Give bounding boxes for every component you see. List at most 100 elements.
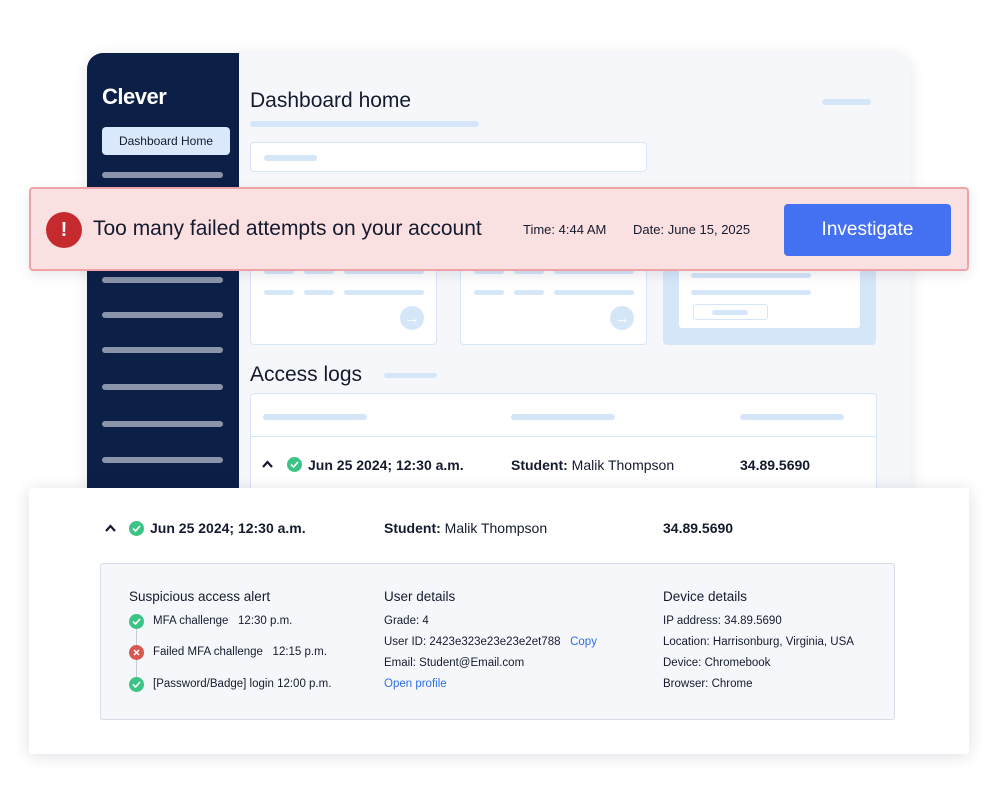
placeholder-line [344, 290, 424, 295]
placeholder-line [264, 290, 294, 295]
user-id-value: 2423e323e23e23e2et788 [429, 636, 561, 648]
sidebar: Clever Dashboard Home [87, 53, 239, 513]
arrow-right-icon[interactable]: → [610, 306, 634, 330]
card-button[interactable] [693, 304, 768, 320]
event-label: [Password/Badge] [153, 678, 247, 690]
check-circle-icon [287, 457, 302, 472]
alert-time-value: 4:44 AM [558, 222, 607, 237]
user-email: Email: Student@Email.com [384, 657, 524, 669]
grade-value: 4 [422, 615, 429, 627]
column-header-placeholder [263, 414, 367, 420]
page-title: Dashboard home [250, 89, 412, 112]
exclamation-icon: ! [46, 212, 82, 248]
chevron-up-icon[interactable] [105, 524, 116, 532]
browser-value: Chrome [711, 678, 753, 690]
divider [251, 436, 876, 437]
access-logs-title: Access logs [250, 363, 363, 386]
search-placeholder [264, 155, 317, 161]
app-window: Clever Dashboard Home Dashboard home → →… [87, 53, 911, 513]
email-value: Student@Email.com [419, 657, 525, 669]
device-location: Location: Harrisonburg, Virginia, USA [663, 636, 854, 648]
failed-attempts-alert: ! Too many failed attempts on your accou… [29, 187, 969, 271]
location-value: Harrisonburg, Virginia, USA [712, 636, 854, 648]
alert-date-value: June 15, 2025 [667, 222, 751, 237]
placeholder-line [691, 290, 811, 295]
suspicious-alert-title: Suspicious access alert [129, 589, 271, 604]
copy-button[interactable]: Copy [570, 636, 597, 648]
user-id: User ID: 2423e323e23e23e2et788 Copy [384, 636, 597, 648]
location-label: Location: [663, 636, 710, 648]
ip-value: 34.89.5690 [724, 615, 782, 627]
ip-label: IP address: [663, 615, 721, 627]
placeholder-line [514, 290, 544, 295]
device-value: Chromebook [704, 657, 771, 669]
x-circle-icon [129, 645, 144, 660]
open-profile-link[interactable]: Open profile [384, 678, 447, 690]
detail-ip: 34.89.5690 [663, 520, 734, 536]
clever-logo: Clever [102, 84, 167, 109]
event-label: Failed MFA challenge [153, 646, 263, 658]
alert-message: Too many failed attempts on your account [93, 217, 482, 240]
sidebar-item-placeholder[interactable] [102, 347, 223, 353]
column-header-placeholder [511, 414, 615, 420]
event-suffix: login [249, 678, 274, 690]
access-log-detail-card: Jun 25 2024; 12:30 a.m. Student: Malik T… [29, 488, 969, 754]
placeholder-line [474, 290, 504, 295]
sidebar-item-placeholder[interactable] [102, 277, 223, 283]
check-circle-icon [129, 521, 144, 536]
student-name: Malik Thompson [444, 520, 548, 536]
header-placeholder [822, 99, 871, 105]
device-browser: Browser: Chrome [663, 678, 752, 690]
email-label: Email: [384, 657, 416, 669]
placeholder-line [304, 290, 334, 295]
detail-date: Jun 25 2024; 12:30 a.m. [150, 520, 306, 536]
detail-panel: Suspicious access alert MFA challenge 12… [100, 563, 895, 720]
check-circle-icon [129, 677, 144, 692]
log-student: Student: Malik Thompson [511, 457, 674, 473]
sidebar-item-placeholder[interactable] [102, 457, 223, 463]
section-placeholder [384, 373, 437, 378]
student-label: Student: [384, 520, 441, 536]
student-name: Malik Thompson [571, 457, 675, 473]
sidebar-item-placeholder[interactable] [102, 421, 223, 427]
device-type: Device: Chromebook [663, 657, 770, 669]
browser-label: Browser: [663, 678, 709, 690]
arrow-right-icon[interactable]: → [400, 306, 424, 330]
alert-date: Date: June 15, 2025 [633, 222, 750, 237]
device-label: Device: [663, 657, 702, 669]
sidebar-item-placeholder[interactable] [102, 312, 223, 318]
detail-student: Student: Malik Thompson [384, 520, 547, 536]
log-ip: 34.89.5690 [740, 457, 811, 473]
student-label: Student: [511, 457, 568, 473]
sidebar-item-placeholder[interactable] [102, 384, 223, 390]
log-date: Jun 25 2024; 12:30 a.m. [308, 457, 464, 473]
event-time: 12:15 p.m. [272, 646, 327, 658]
grade-label: Grade: [384, 615, 420, 627]
device-details-title: Device details [663, 589, 748, 604]
device-ip: IP address: 34.89.5690 [663, 615, 782, 627]
user-details-title: User details [384, 589, 456, 604]
alert-date-label: Date: [633, 222, 665, 237]
search-input[interactable] [250, 142, 647, 172]
user-grade: Grade: 4 [384, 615, 429, 627]
timeline-event: MFA challenge 12:30 p.m. [153, 615, 292, 627]
user-id-label: User ID: [384, 636, 427, 648]
main-content: Dashboard home → → Access logs Jun 25 20… [239, 53, 911, 513]
sidebar-item-dashboard-home[interactable]: Dashboard Home [102, 127, 230, 155]
timeline-event: Failed MFA challenge 12:15 p.m. [153, 646, 327, 658]
event-time: 12:30 p.m. [238, 615, 293, 627]
check-circle-icon [129, 614, 144, 629]
placeholder-line [691, 273, 811, 278]
event-label: MFA challenge [153, 615, 229, 627]
investigate-button[interactable]: Investigate [784, 204, 951, 256]
event-time: 12:00 p.m. [277, 678, 332, 690]
alert-time-label: Time: [523, 222, 556, 237]
placeholder-line [712, 310, 748, 315]
chevron-up-icon[interactable] [262, 460, 273, 468]
alert-time: Time: 4:44 AM [523, 222, 606, 237]
timeline-event: [Password/Badge] login 12:00 p.m. [153, 678, 331, 690]
sidebar-item-placeholder[interactable] [102, 172, 223, 178]
column-header-placeholder [740, 414, 844, 420]
subtitle-placeholder [250, 121, 479, 127]
placeholder-line [554, 290, 634, 295]
